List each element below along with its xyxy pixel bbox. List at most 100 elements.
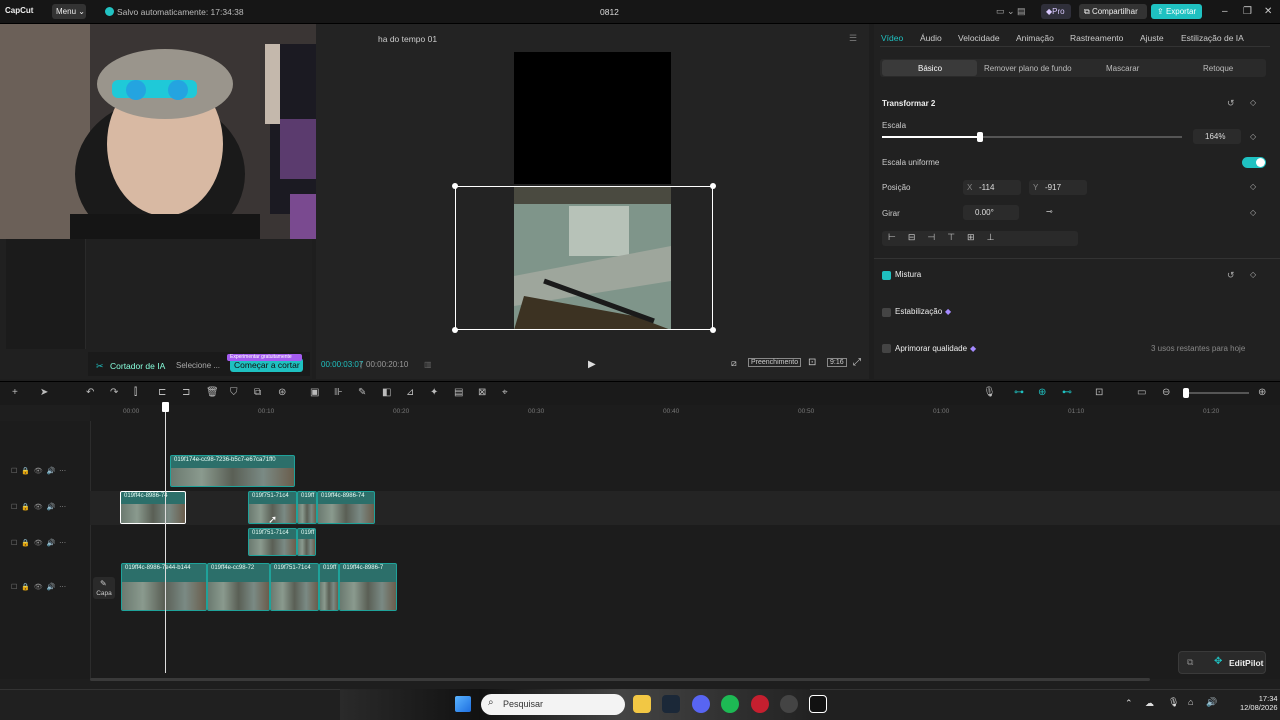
- hd-icon[interactable]: ▤: [454, 387, 463, 398]
- selection-box[interactable]: [455, 186, 713, 330]
- scale-slider-knob[interactable]: [977, 132, 983, 142]
- zoom-slider[interactable]: [1185, 392, 1249, 394]
- stabilize-checkbox[interactable]: [882, 308, 891, 317]
- add-icon[interactable]: +: [12, 387, 18, 398]
- tab-animation[interactable]: Animação: [1016, 33, 1054, 43]
- pro-button[interactable]: ◆Pro: [1041, 4, 1071, 19]
- trim-left-icon[interactable]: ⊏: [158, 387, 166, 398]
- track-controls-1[interactable]: ☐ 🔒 👁 🔊 ⋯: [0, 467, 90, 475]
- replace-icon[interactable]: ⊠: [478, 387, 486, 398]
- blend-checkbox[interactable]: [882, 271, 891, 280]
- timeline-clip[interactable]: 019f751-71c4: [270, 563, 319, 611]
- timeline-clip[interactable]: 019ff: [319, 563, 339, 611]
- resize-handle-tl[interactable]: [452, 183, 458, 189]
- pen-icon[interactable]: ✎: [358, 387, 366, 398]
- restore-icon[interactable]: ❐: [1243, 6, 1252, 17]
- resize-handle-tr[interactable]: [710, 183, 716, 189]
- spotify-icon[interactable]: [721, 695, 739, 713]
- playhead-handle[interactable]: [162, 402, 169, 412]
- position-keyframe-icon[interactable]: ◇: [1250, 182, 1256, 191]
- link-icon[interactable]: ⊶: [1014, 387, 1024, 398]
- enhance-label[interactable]: Aprimorar qualidade: [895, 344, 967, 353]
- layout-icon[interactable]: ▭ ⌄ ▤: [996, 6, 1026, 17]
- project-title[interactable]: 0812: [600, 7, 619, 17]
- aspect-ratio-button[interactable]: 9:16: [827, 358, 847, 367]
- align-toolbar[interactable]: ⊢⊟⊣⊤⊞⊥: [882, 231, 1078, 246]
- tab-video[interactable]: Vídeo: [881, 33, 903, 43]
- blend-label[interactable]: Mistura: [895, 270, 921, 279]
- zoom-slider-knob[interactable]: [1183, 388, 1189, 398]
- scale-keyframe-icon[interactable]: ◇: [1250, 132, 1256, 141]
- subtab-basic[interactable]: Básico: [918, 64, 942, 73]
- tray-cloud-icon[interactable]: ☁: [1145, 698, 1154, 709]
- minimize-icon[interactable]: –: [1222, 6, 1228, 17]
- tab-adjust[interactable]: Ajuste: [1140, 33, 1164, 43]
- scale-input[interactable]: 164%: [1193, 129, 1241, 144]
- microphone-icon[interactable]: 🎙: [983, 387, 996, 398]
- tracking-icon[interactable]: ⌖: [502, 387, 508, 398]
- file-explorer-icon[interactable]: [633, 695, 651, 713]
- preview-axis-icon[interactable]: ⊡: [1095, 387, 1103, 398]
- taskbar-search[interactable]: Pesquisar: [481, 694, 625, 715]
- reset-icon[interactable]: ↺: [1227, 98, 1235, 109]
- mirror-icon[interactable]: ◧: [382, 387, 391, 398]
- pointer-icon[interactable]: ➤: [40, 387, 48, 398]
- rotate-input[interactable]: 0.00°: [963, 205, 1019, 220]
- screenshot-icon[interactable]: ⊡: [808, 357, 816, 368]
- shield-icon[interactable]: ⛉: [230, 387, 238, 398]
- menu-button[interactable]: Menu ⌄: [52, 4, 86, 19]
- close-icon[interactable]: ✕: [1264, 6, 1272, 17]
- adjust-icon[interactable]: ⊿: [406, 387, 414, 398]
- discord-icon[interactable]: [692, 695, 710, 713]
- rotate-keyframe-icon[interactable]: ◇: [1250, 208, 1256, 217]
- ai-tool-icon[interactable]: ⊛: [278, 387, 286, 398]
- magnet-icon[interactable]: ⊷: [1062, 387, 1072, 398]
- keyframe-icon[interactable]: ◇: [1250, 98, 1256, 107]
- transform-title[interactable]: Transformar 2: [882, 99, 935, 108]
- tab-tracking[interactable]: Rastreamento: [1070, 33, 1123, 43]
- ai-cutter-label[interactable]: Cortador de IA: [110, 361, 165, 371]
- zoom-in-icon[interactable]: ⊕: [1258, 387, 1266, 398]
- redo-icon[interactable]: ↷: [110, 387, 118, 398]
- resize-handle-bl[interactable]: [452, 327, 458, 333]
- resize-handle-br[interactable]: [710, 327, 716, 333]
- tab-speed[interactable]: Velocidade: [958, 33, 1000, 43]
- track-controls-2[interactable]: ☐ 🔒 👁 🔊 ⋯: [0, 503, 90, 511]
- windows-start-icon[interactable]: [455, 696, 471, 712]
- timeline-clip[interactable]: 019ff: [297, 528, 316, 556]
- playhead-line[interactable]: [165, 403, 166, 673]
- timeline-clip[interactable]: 019f174e-cc98-7236-b5c7-e67ca71ff0: [170, 455, 295, 487]
- timeline-clip[interactable]: 019ff4e-cc98-72: [207, 563, 270, 611]
- panel-icon[interactable]: ⧉: [1187, 657, 1193, 668]
- steam-icon[interactable]: [662, 695, 680, 713]
- trim-right-icon[interactable]: ⊐: [182, 387, 190, 398]
- position-x-input[interactable]: X -114: [963, 180, 1021, 195]
- tray-mic-icon[interactable]: 🎙: [1168, 697, 1179, 708]
- timeline-scrollbar[interactable]: [90, 678, 1150, 681]
- crop-icon[interactable]: ⧄: [731, 358, 737, 369]
- timeline-clip[interactable]: 019f751-71c4: [248, 528, 297, 556]
- timeline-clip-selected[interactable]: 019ff4c-8986-74: [120, 491, 186, 524]
- fullscreen-icon[interactable]: ⤢: [853, 357, 861, 368]
- app-icon[interactable]: [780, 695, 798, 713]
- ai-select-dropdown[interactable]: Selecione ...: [176, 361, 220, 370]
- timeline-clip[interactable]: 019ff4c-8986-7e44-b144: [121, 563, 207, 611]
- subtab-mask[interactable]: Mascarar: [1106, 64, 1139, 73]
- grid-icon[interactable]: ▥: [424, 360, 432, 369]
- track-controls-4[interactable]: ☐ 🔒 👁 🔊 ⋯: [0, 583, 90, 591]
- position-y-input[interactable]: Y -917: [1029, 180, 1087, 195]
- blend-keyframe-icon[interactable]: ◇: [1250, 270, 1256, 279]
- tray-chevron-icon[interactable]: ⌃: [1125, 698, 1133, 709]
- share-button[interactable]: ⧉ Compartilhar: [1079, 4, 1147, 19]
- tab-audio[interactable]: Áudio: [920, 33, 942, 43]
- caption-icon[interactable]: ▭: [1137, 387, 1146, 398]
- play-icon[interactable]: ▶: [588, 359, 596, 370]
- snap-icon[interactable]: ⊕: [1038, 387, 1046, 398]
- stabilize-label[interactable]: Estabilização: [895, 307, 942, 316]
- track-controls-3[interactable]: ☐ 🔒 👁 🔊 ⋯: [0, 539, 90, 547]
- magic-icon[interactable]: ✦: [430, 387, 438, 398]
- rotate-dial-icon[interactable]: ⊸: [1046, 207, 1053, 216]
- zoom-out-icon[interactable]: ⊖: [1162, 387, 1170, 398]
- tray-network-icon[interactable]: ⌂: [1188, 697, 1193, 707]
- split-track-icon[interactable]: ⊪: [334, 387, 343, 398]
